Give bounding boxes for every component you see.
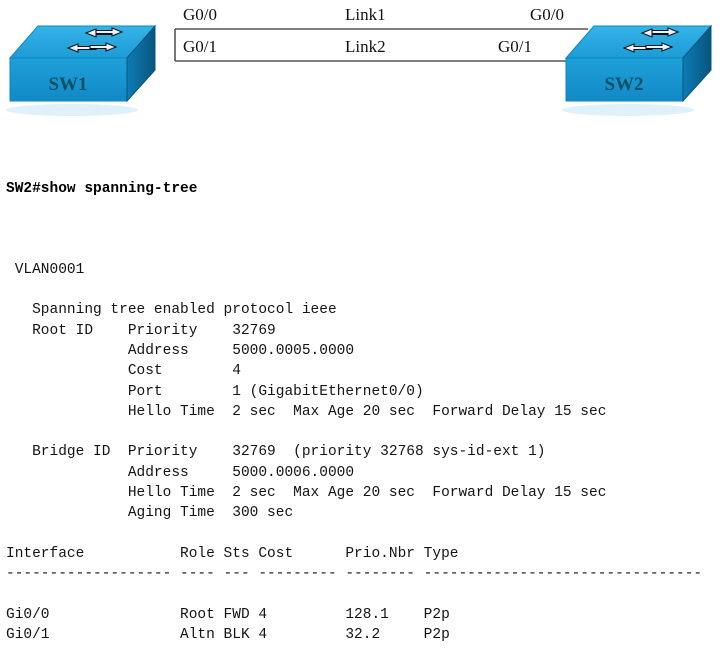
switch-sw1[interactable]: SW1 [6,24,157,116]
sw1-shadow [6,104,138,116]
terminal-line: Hello Time 2 sec Max Age 20 sec Forward … [6,485,607,502]
link1-name-label: Link1 [345,5,386,24]
terminal-line: Root ID Priority 32769 [6,322,276,339]
terminal-line: Interface Role Sts Cost Prio.Nbr Type [6,545,459,562]
switch-sw2[interactable]: SW2 [562,24,713,116]
link1-left-interface-label: G0/0 [183,5,217,24]
terminal-line: Gi0/1 Altn BLK 4 32.2 P2p [6,627,450,644]
sw1-label: SW1 [48,74,87,95]
terminal-line: Port 1 (GigabitEthernet0/0) [6,383,424,400]
link2-name-label: Link2 [345,37,386,56]
terminal-line: Address 5000.0005.0000 [6,342,355,359]
link2-left-interface-label: G0/1 [183,37,217,56]
sw2-label: SW2 [604,74,643,95]
terminal-line: Aging Time 300 sec [6,505,294,522]
terminal-body: VLAN0001 Spanning tree enabled protocol … [6,239,723,645]
terminal-command-line: SW2#show spanning-tree [6,180,198,197]
terminal-line: Bridge ID Priority 32769 (priority 32768… [6,444,546,461]
terminal-line: Gi0/0 Root FWD 4 128.1 P2p [6,606,450,623]
terminal-line: Hello Time 2 sec Max Age 20 sec Forward … [6,403,607,420]
terminal-line: ------------------- ---- --- --------- -… [6,566,703,583]
link1-right-interface-label: G0/0 [530,5,564,24]
terminal-line: VLAN0001 [6,261,85,278]
terminal-output: SW2#show spanning-tree VLAN0001 Spanning… [0,122,723,643]
link2-right-interface-label: G0/1 [498,37,532,56]
sw2-shadow [562,104,694,116]
network-topology-diagram: SW1 SW2 G0/0 Link1 G0/0 G0/1 Link2 G0/1 [0,0,723,122]
terminal-line: Address 5000.0006.0000 [6,464,355,481]
terminal-line: Cost 4 [6,363,241,380]
terminal-line: Spanning tree enabled protocol ieee [6,302,337,319]
